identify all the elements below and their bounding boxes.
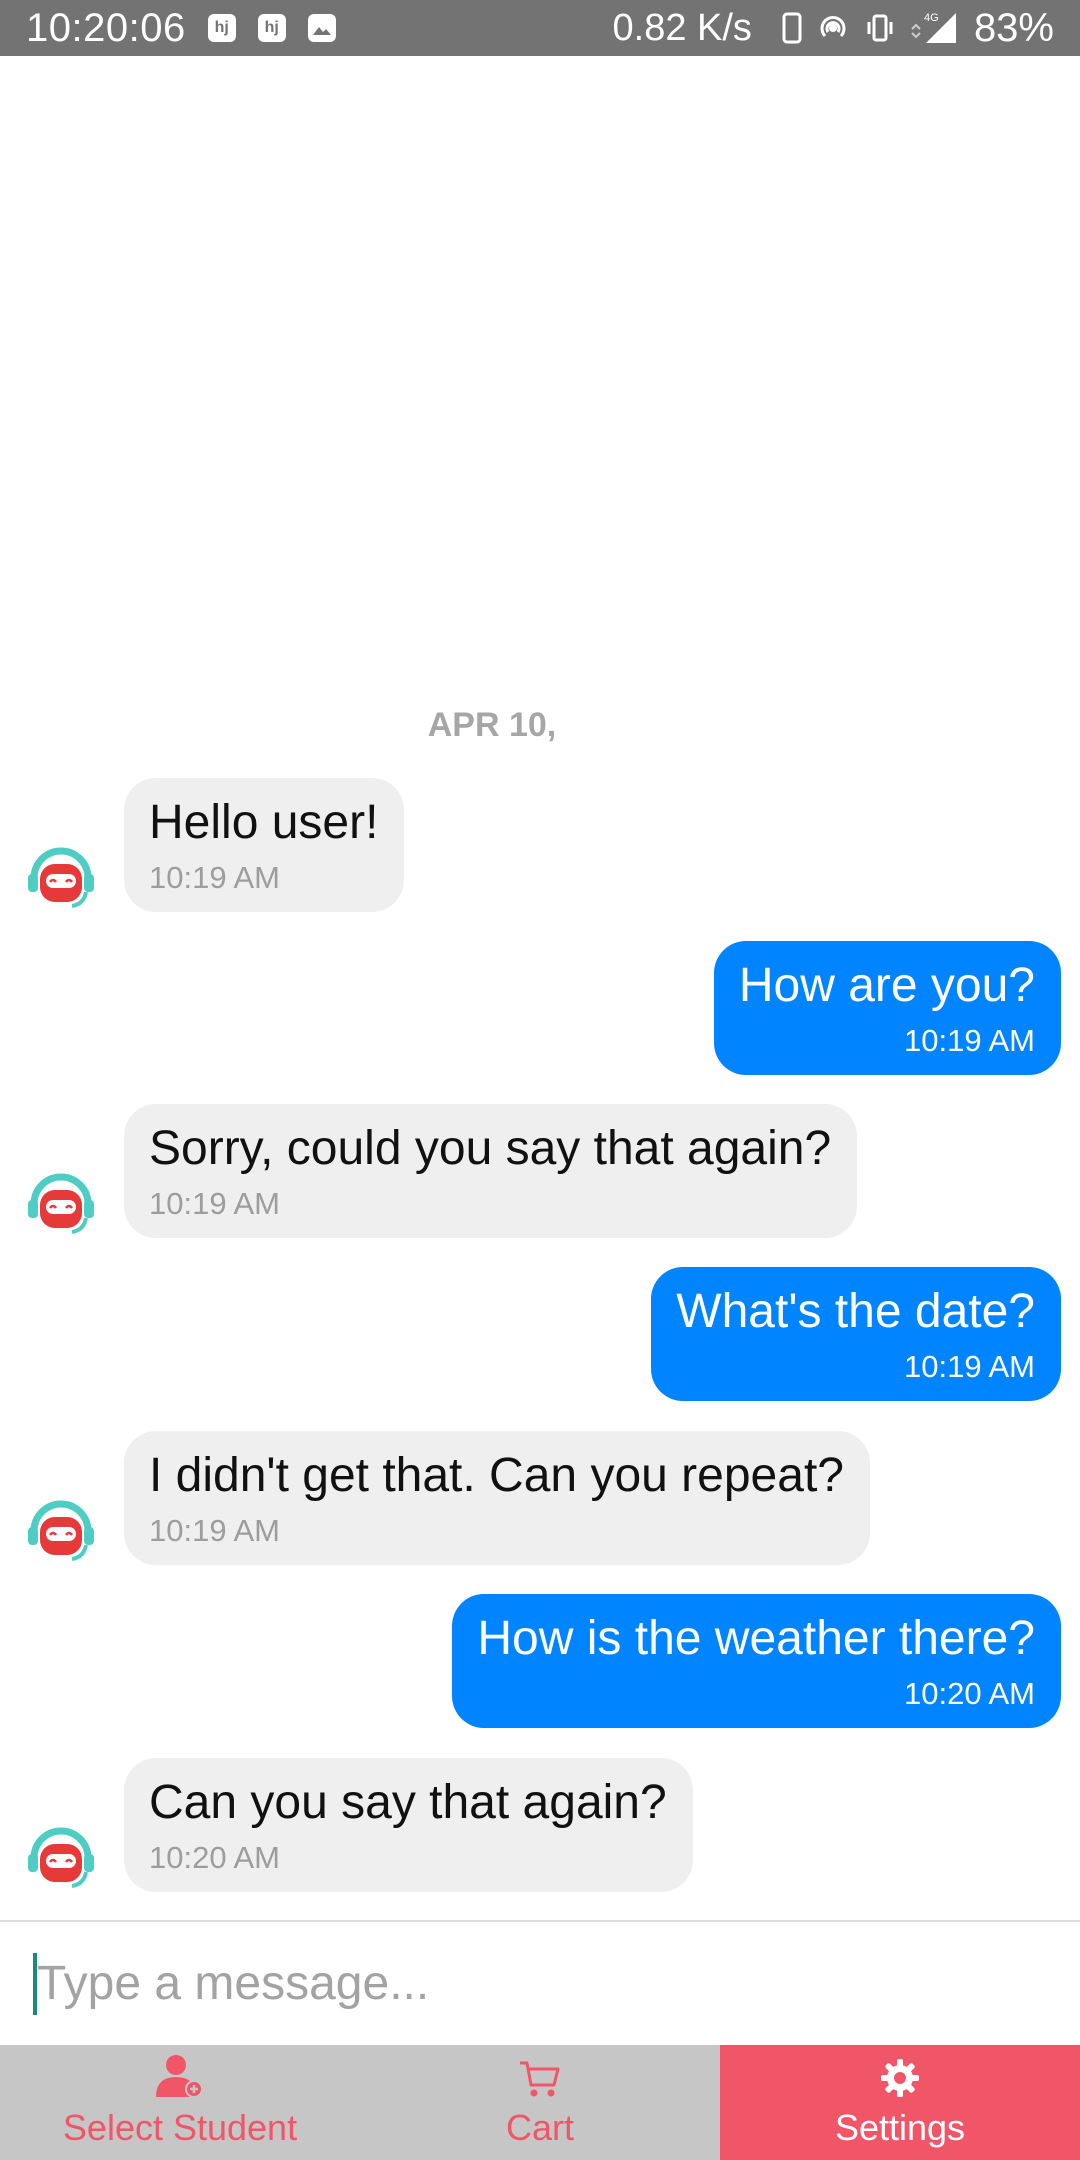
- nav-label: Settings: [834, 2107, 966, 2148]
- message-composer: [0, 1920, 1080, 2045]
- network-type: 4G: [924, 12, 939, 24]
- message-bubble[interactable]: Can you say that again? 10:20 AM: [124, 1758, 693, 1892]
- battery-level: 83%: [973, 5, 1054, 50]
- bot-avatar-icon: [24, 1164, 98, 1238]
- message-text: Hello user!: [149, 796, 379, 849]
- nav-settings[interactable]: Settings: [720, 2045, 1080, 2160]
- vibrate-icon: [864, 12, 896, 44]
- message-time: 10:19 AM: [149, 860, 280, 895]
- nav-label: Select Student: [62, 2107, 298, 2148]
- status-time: 10:20:06: [26, 5, 186, 50]
- message-bubble[interactable]: I didn't get that. Can you repeat? 10:19…: [124, 1431, 870, 1565]
- message-time: 10:20 AM: [149, 1840, 280, 1875]
- bottom-nav: Select Student Cart Settings: [0, 2045, 1080, 2160]
- notification-icon: hj: [207, 14, 236, 42]
- message-input[interactable]: [37, 1948, 1037, 2019]
- network-speed: 0.82 K/s: [612, 6, 752, 49]
- cart-icon: [518, 2059, 562, 2104]
- message-text: I didn't get that. Can you repeat?: [149, 1449, 844, 1502]
- bot-message[interactable]: I didn't get that. Can you repeat? 10:19…: [124, 1431, 870, 1565]
- nav-cart[interactable]: Cart: [360, 2045, 720, 2160]
- message-text: What's the date?: [676, 1285, 1035, 1338]
- message-text: Sorry, could you say that again?: [149, 1122, 832, 1175]
- bot-avatar-icon: [24, 1491, 98, 1565]
- hotspot-icon: [816, 12, 850, 44]
- bot-message[interactable]: Can you say that again? 10:20 AM: [124, 1758, 693, 1892]
- nav-select-student[interactable]: Select Student: [0, 2045, 360, 2160]
- message-time: 10:19 AM: [904, 1023, 1035, 1058]
- message-text: How is the weather there?: [477, 1612, 1035, 1665]
- message-time: 10:20 AM: [904, 1676, 1035, 1711]
- message-bubble[interactable]: What's the date? 10:19 AM: [651, 1267, 1061, 1401]
- image-icon: [307, 14, 336, 42]
- add-user-icon: [154, 2053, 206, 2104]
- status-bar: 10:20:06 hj hj 0.82 K/s 4G 83%: [0, 0, 1080, 56]
- status-bar-right: 0.82 K/s 4G 83%: [613, 6, 1054, 51]
- message-bubble[interactable]: Sorry, could you say that again? 10:19 A…: [124, 1104, 858, 1238]
- message-text: How are you?: [738, 959, 1035, 1012]
- message-bubble[interactable]: How is the weather there? 10:20 AM: [452, 1594, 1061, 1728]
- user-message[interactable]: How are you? 10:19 AM: [713, 941, 1061, 1075]
- chat-area[interactable]: APR 10, Hello user! 10:19 AM How are you…: [0, 56, 1080, 1920]
- bot-avatar-icon: [24, 838, 98, 912]
- status-bar-left: 10:20:06 hj hj: [26, 6, 336, 51]
- message-time: 10:19 AM: [149, 1186, 280, 1221]
- message-bubble[interactable]: How are you? 10:19 AM: [713, 941, 1061, 1075]
- user-message[interactable]: What's the date? 10:19 AM: [651, 1267, 1061, 1401]
- signal-icon: 4G: [910, 11, 960, 45]
- notification-icon: hj: [257, 14, 286, 42]
- message-text: Can you say that again?: [149, 1776, 667, 1829]
- phone-icon: [782, 12, 802, 44]
- user-message[interactable]: How is the weather there? 10:20 AM: [452, 1594, 1061, 1728]
- message-bubble[interactable]: Hello user! 10:19 AM: [124, 778, 405, 912]
- bot-message[interactable]: Sorry, could you say that again? 10:19 A…: [124, 1104, 858, 1238]
- nav-label: Cart: [505, 2107, 574, 2148]
- message-time: 10:19 AM: [149, 1513, 280, 1548]
- bot-message[interactable]: Hello user! 10:19 AM: [124, 778, 405, 912]
- date-separator: APR 10,: [427, 706, 557, 744]
- bot-avatar-icon: [24, 1818, 98, 1892]
- message-time: 10:19 AM: [904, 1349, 1035, 1384]
- gear-icon: [879, 2057, 921, 2104]
